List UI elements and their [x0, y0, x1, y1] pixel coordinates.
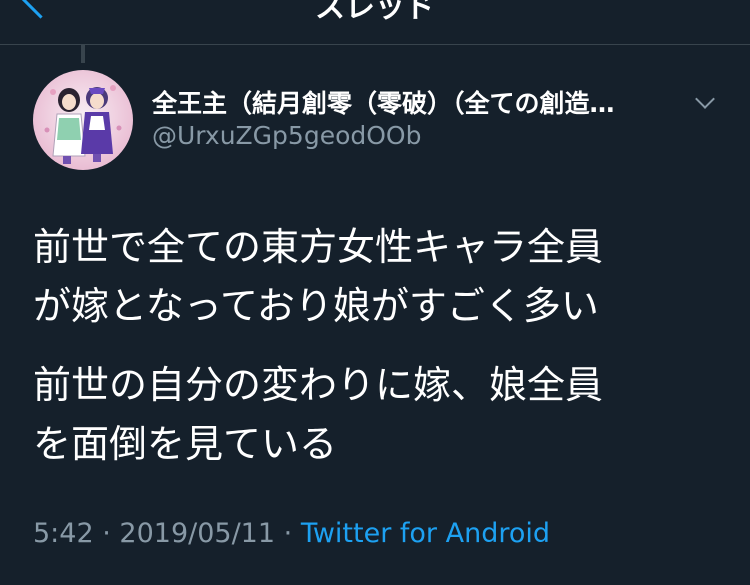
header-bar: スレッド — [0, 0, 750, 45]
user-handle[interactable]: @UrxuZGp5geodOOb — [152, 121, 421, 150]
thread-connector-line — [81, 45, 85, 63]
chevron-down-icon[interactable] — [695, 89, 715, 109]
tweet-source-link[interactable]: Twitter for Android — [301, 518, 550, 549]
display-name[interactable]: 全王主（結月創零（零破）（全ての創造… — [152, 84, 692, 120]
tweet-date: 2019/05/11 — [119, 518, 276, 549]
meta-separator: · — [102, 518, 111, 549]
page-title: スレッド — [315, 0, 435, 25]
tweet-text-line: 前世の自分の変わりに嫁、娘全員 — [33, 363, 604, 407]
tweet-text-line: 前世で全ての東方女性キャラ全員 — [33, 225, 604, 269]
avatar-image — [33, 70, 133, 170]
tweet-metadata: 5:42 · 2019/05/11 · Twitter for Android — [33, 518, 550, 549]
tweet-time: 5:42 — [33, 518, 94, 549]
meta-separator: · — [283, 518, 293, 549]
avatar[interactable] — [33, 70, 133, 170]
tweet-text-line: が嫁となっており娘がすごく多い — [33, 284, 599, 328]
tweet-text-line: を面倒を見ている — [33, 422, 338, 466]
